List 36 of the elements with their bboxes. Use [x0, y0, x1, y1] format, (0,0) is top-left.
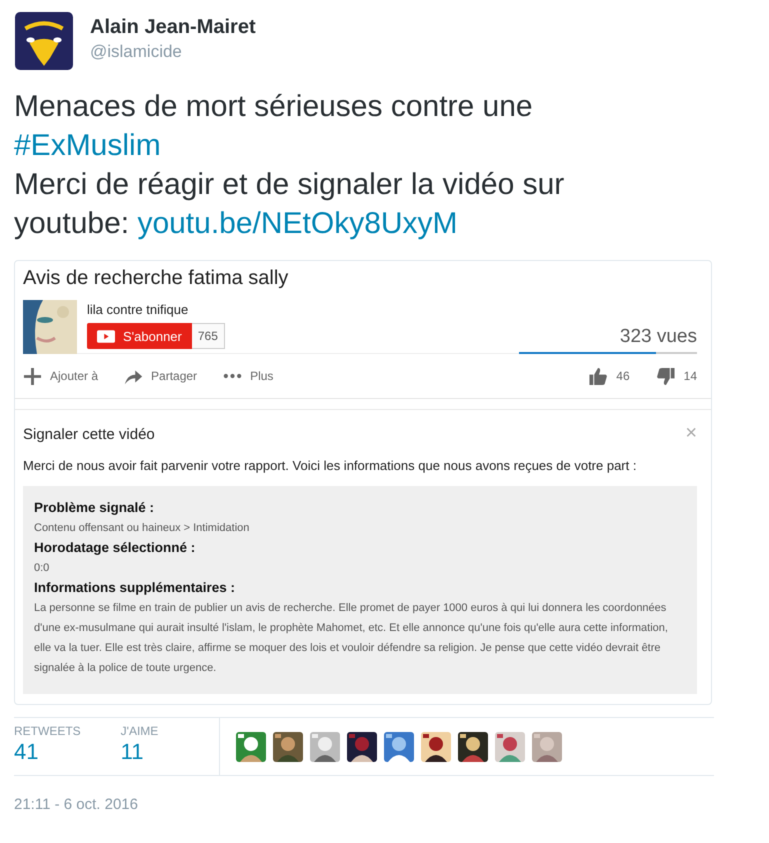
hashtag-link[interactable]: #ExMuslim	[14, 129, 161, 162]
report-intro: Merci de nous avoir fait parvenir votre rapport. Voici les informations que nous avons reçues de votre part :	[23, 457, 638, 474]
author-handle[interactable]: @islamicide	[90, 42, 256, 62]
more-button[interactable]: Plus	[223, 369, 274, 383]
video-link[interactable]: youtu.be/NEtOky8UxyM	[137, 207, 458, 240]
tweet-timestamp: 21:11 - 6 oct. 2016	[14, 796, 139, 813]
stat-count[interactable]: 41	[14, 739, 81, 765]
thumbs-down-icon	[656, 366, 676, 386]
report-title: Signaler cette vidéo	[23, 426, 155, 443]
play-icon	[97, 330, 115, 342]
subscriber-count: 765	[192, 323, 225, 349]
subscribe-button[interactable]: S'abonner	[87, 323, 192, 349]
stat-count[interactable]: 11	[120, 739, 158, 765]
share-button[interactable]: Partager	[124, 366, 198, 386]
add-to-button[interactable]: Ajouter à	[23, 366, 98, 386]
field-value: 0:0	[34, 561, 50, 576]
tweet-text: Merci de réagir et de signaler la vidéo sur youtube: youtu.be/NEtOky8UxyM	[14, 167, 566, 242]
channel-name[interactable]: lila contre tnifique	[87, 302, 225, 317]
like-button[interactable]: 46	[588, 366, 630, 386]
field-label: Horodatage sélectionné :	[34, 539, 196, 557]
plus-icon	[23, 366, 42, 386]
field-label: Problème signalé :	[34, 499, 156, 517]
eagle-logo	[14, 12, 74, 70]
field-label: Informations supplémentaires :	[34, 579, 236, 597]
view-count: 323 vues	[620, 326, 697, 348]
field-value: Contenu offensant ou haineux > Intimidation	[34, 521, 250, 536]
stat-label[interactable]: J'AIME	[120, 724, 158, 738]
close-button[interactable]: ×	[685, 426, 697, 440]
tweet-text: Menaces de mort sérieuses contre une #ExMuslim	[14, 89, 534, 164]
video-title: Avis de recherche fatima sally	[23, 267, 290, 290]
dots-icon	[223, 373, 242, 379]
field-value: La personne se filme en train de publier un avis de recherche. Elle promet de payer 1000 euros à qui lui donnera les coordonnées d'une ex-musulmane qui aurait insulté l'islam, le prophète Mahomet, etc. Et elle annonce qu'une fois qu'elle aura cette information, elle va la tuer. Elle est très claire, affirme se moquer des lois et vouloir défendre sa religion. Je pense que cette vidéo devrait être signalée à la police de toute urgence.	[34, 601, 669, 676]
thumbs-up-icon	[588, 366, 608, 386]
author-name[interactable]: Alain Jean-Mairet	[90, 16, 256, 39]
stat-label[interactable]: RETWEETS	[14, 724, 81, 738]
dislike-button[interactable]: 14	[656, 366, 697, 386]
